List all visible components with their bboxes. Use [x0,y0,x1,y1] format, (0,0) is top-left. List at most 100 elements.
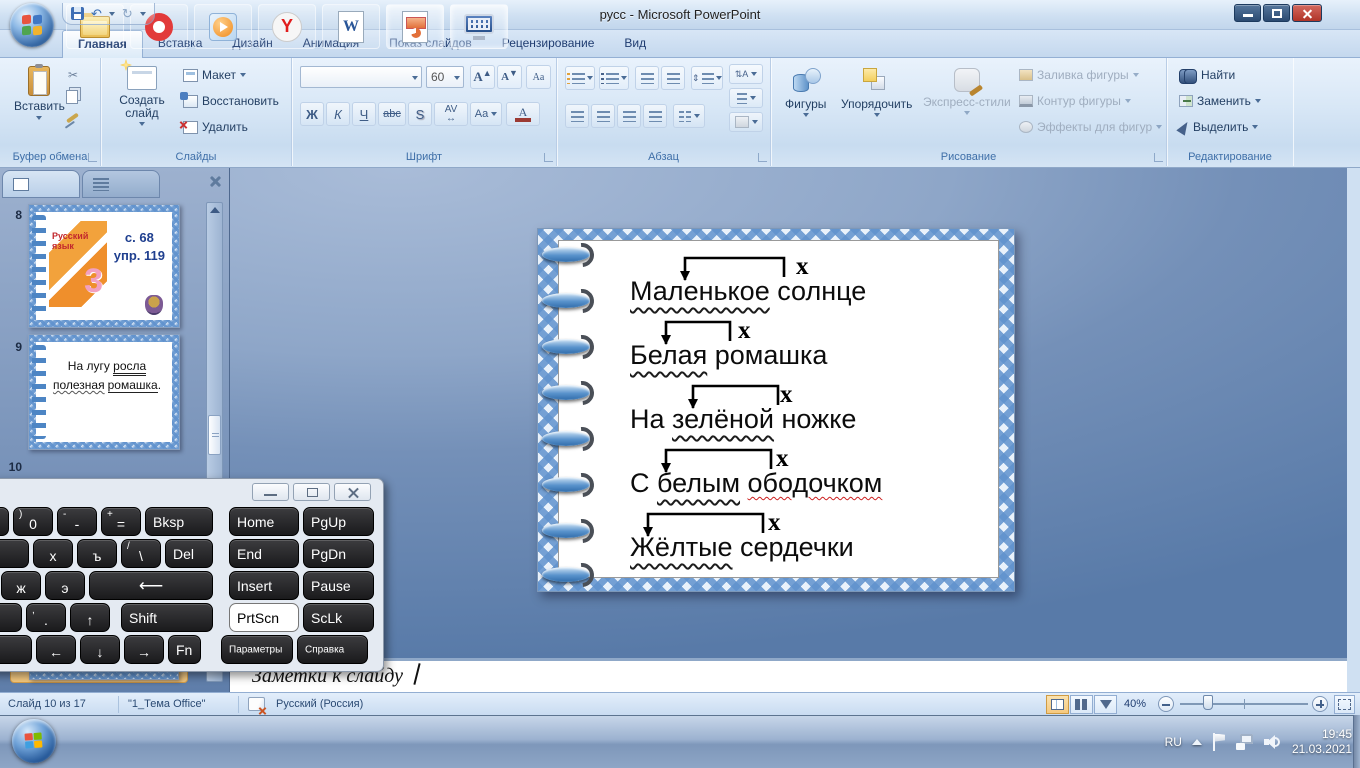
language-badge[interactable]: RU [1165,735,1182,749]
osk-key[interactable]: Insert [229,571,299,600]
paragraph-dialog-launcher[interactable] [758,153,767,162]
delete-slide-button[interactable]: Удалить [183,120,248,134]
zoom-out-button[interactable] [1158,696,1174,712]
bullets-button[interactable] [565,66,595,90]
increase-indent-button[interactable] [661,66,685,90]
taskbar-item-media-player[interactable] [194,4,252,49]
taskbar-item-powerpoint[interactable] [386,4,444,49]
osk-key[interactable]: Bksp [145,507,213,536]
theme-name[interactable]: "1_Тема Office" [128,698,206,710]
tab-outline[interactable] [82,170,160,198]
panel-close-icon[interactable] [204,170,228,192]
start-button[interactable] [12,719,56,763]
decrease-indent-button[interactable] [635,66,659,90]
change-case-button[interactable]: Aa [470,102,502,126]
tab-slides[interactable] [2,170,80,198]
show-desktop-button[interactable] [1353,715,1360,768]
zoom-level[interactable]: 40% [1124,698,1146,710]
clipboard-dialog-launcher[interactable] [88,153,97,162]
copy-icon[interactable] [66,90,78,104]
osk-key[interactable]: Shift [121,603,213,632]
reset-button[interactable]: Восстановить [180,91,279,108]
osk-key[interactable] [0,635,32,664]
zoom-in-button[interactable] [1312,696,1328,712]
slide-thumbnail-9[interactable]: На лугу росла полезная ромашка. [28,334,180,450]
osk-key[interactable]: PrtScn [229,603,299,632]
osk-close-button[interactable] [334,483,371,501]
taskbar-item-osk[interactable] [450,4,508,49]
osk-key[interactable]: End [229,539,299,568]
scroll-up-icon[interactable] [209,207,220,213]
volume-icon[interactable] [1263,734,1282,750]
hidden-icons-arrow[interactable] [1191,738,1202,745]
italic-button[interactable]: К [326,102,350,126]
osk-key[interactable] [0,603,22,632]
osk-key[interactable]: -- [57,507,97,536]
paste-button[interactable]: Вставить [14,64,65,120]
slide-canvas[interactable]: х Маленькое солнце х Белая ромашка х На … [537,228,1015,592]
taskbar-item-word[interactable]: W [322,4,380,49]
font-size-combo[interactable]: 60 [426,66,464,88]
maximize-button[interactable] [1263,4,1290,22]
shape-outline-button[interactable]: Контур фигуры [1019,94,1131,108]
osk-key[interactable]: ⟵ [89,571,213,600]
close-button[interactable] [1292,4,1322,22]
osk-key[interactable]: ← [36,635,76,664]
taskbar-item-yandex[interactable]: Y [258,4,316,49]
osk-key[interactable]: Справка [297,635,368,664]
text-direction-button[interactable]: ⇅A [729,64,763,84]
network-icon[interactable] [1235,733,1254,750]
clear-formatting-button[interactable]: Aа [526,65,551,89]
notes-panel[interactable]: Заметки к слайду [230,658,1347,692]
osk-key[interactable]: Pause [303,571,374,600]
osk-key[interactable]: + = [101,507,141,536]
new-slide-button[interactable]: Создать слайд [111,66,173,126]
align-text-button[interactable] [729,88,763,108]
language-indicator[interactable]: Русский (Россия) [276,698,363,710]
slideshow-button[interactable] [1094,695,1117,714]
arrange-button[interactable]: Упорядочить [841,68,912,117]
osk-key[interactable]: ) 0 [13,507,53,536]
align-center-button[interactable] [591,104,615,128]
osk-key[interactable]: ScLk [303,603,374,632]
shrink-font-button[interactable]: A ▼ [497,65,522,89]
save-icon[interactable] [71,7,84,20]
ribbon-tab[interactable]: Вид [609,30,661,58]
layout-button[interactable]: Макет [183,68,246,82]
minimize-button[interactable] [1234,4,1261,22]
numbering-button[interactable] [599,66,629,90]
align-right-button[interactable] [617,104,641,128]
slide-thumbnail-8[interactable]: Русский язык 3 с. 68 упр. 119 [28,204,180,328]
osk-key[interactable]: ъ [77,539,117,568]
line-spacing-button[interactable]: ⇕ [691,66,723,90]
osk-key[interactable]: Параметры [221,635,293,664]
drawing-dialog-launcher[interactable] [1154,153,1163,162]
character-spacing-button[interactable]: AV ↔ [434,102,468,126]
on-screen-keyboard[interactable]: ) 0- - + = Bksp Home PgUp х ъ / \ Del End PgDn ж э ⟵ Ins… [0,478,384,672]
osk-key[interactable] [0,539,29,568]
osk-key[interactable]: / \ [121,539,161,568]
osk-minimize-button[interactable] [252,483,289,501]
shape-fill-button[interactable]: Заливка фигуры [1019,68,1139,82]
undo-dropdown-icon[interactable] [108,11,115,16]
align-left-button[interactable] [565,104,589,128]
scrollbar-thumb[interactable] [208,415,221,455]
font-name-combo[interactable] [300,66,422,88]
select-button[interactable]: Выделить [1176,118,1259,136]
normal-view-button[interactable] [1046,695,1069,714]
clock[interactable]: 19:45 21.03.2021 [1292,727,1352,757]
redo-icon[interactable]: ↻ [122,7,133,20]
bold-button[interactable]: Ж [300,102,324,126]
find-button[interactable]: Найти [1179,68,1235,84]
osk-key[interactable]: ↓ [80,635,120,664]
fit-to-window-button[interactable] [1334,695,1355,714]
action-center-flag-icon[interactable] [1212,732,1226,751]
zoom-slider-thumb[interactable] [1203,695,1213,710]
quick-styles-button[interactable]: Экспресс-стили [923,68,1011,115]
shape-effects-button[interactable]: Эффекты для фигур [1019,120,1163,134]
strikethrough-button[interactable]: abc [378,102,406,126]
osk-key[interactable]: ,. [26,603,66,632]
osk-key[interactable]: PgDn [303,539,374,568]
font-color-button[interactable]: А [506,102,540,126]
justify-button[interactable] [643,104,667,128]
